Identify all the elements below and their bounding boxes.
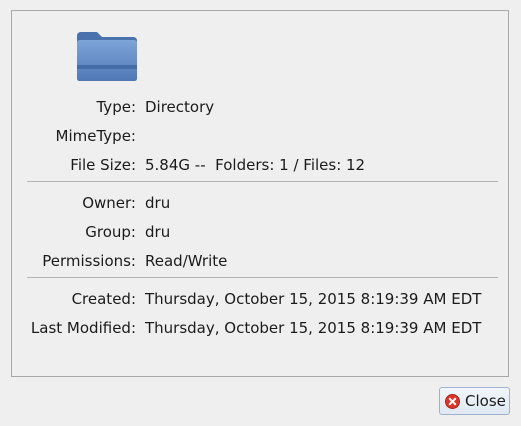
separator — [27, 277, 498, 278]
group-label: Group: — [85, 223, 136, 241]
owner-value: dru — [145, 194, 171, 212]
type-label: Type: — [96, 98, 136, 116]
group-row: Group: dru — [12, 222, 508, 242]
last-modified-value: Thursday, October 15, 2015 8:19:39 AM ED… — [145, 319, 482, 337]
group-value: dru — [145, 223, 171, 241]
mimetype-row: MimeType: — [12, 126, 508, 146]
file-size-row: File Size: 5.84G -- Folders: 1 / Files: … — [12, 155, 508, 175]
last-modified-label: Last Modified: — [30, 319, 136, 337]
folder-icon — [75, 30, 139, 84]
owner-label: Owner: — [82, 194, 136, 212]
type-value: Directory — [145, 98, 215, 116]
permissions-label: Permissions: — [42, 252, 136, 270]
properties-panel: Type: Directory MimeType: File Size: 5.8… — [11, 10, 509, 377]
type-row: Type: Directory — [12, 97, 508, 117]
close-button-label: Close — [465, 392, 506, 410]
created-label: Created: — [71, 290, 136, 308]
mimetype-label: MimeType: — [55, 127, 136, 145]
created-value: Thursday, October 15, 2015 8:19:39 AM ED… — [145, 290, 482, 308]
file-size-value: 5.84G -- Folders: 1 / Files: 12 — [145, 156, 366, 174]
separator — [27, 181, 498, 182]
created-row: Created: Thursday, October 15, 2015 8:19… — [12, 289, 508, 309]
permissions-row: Permissions: Read/Write — [12, 251, 508, 271]
owner-row: Owner: dru — [12, 193, 508, 213]
close-icon — [445, 393, 460, 409]
file-size-label: File Size: — [70, 156, 136, 174]
last-modified-row: Last Modified: Thursday, October 15, 201… — [12, 318, 508, 338]
close-button[interactable]: Close — [439, 387, 510, 415]
permissions-value: Read/Write — [145, 252, 228, 270]
